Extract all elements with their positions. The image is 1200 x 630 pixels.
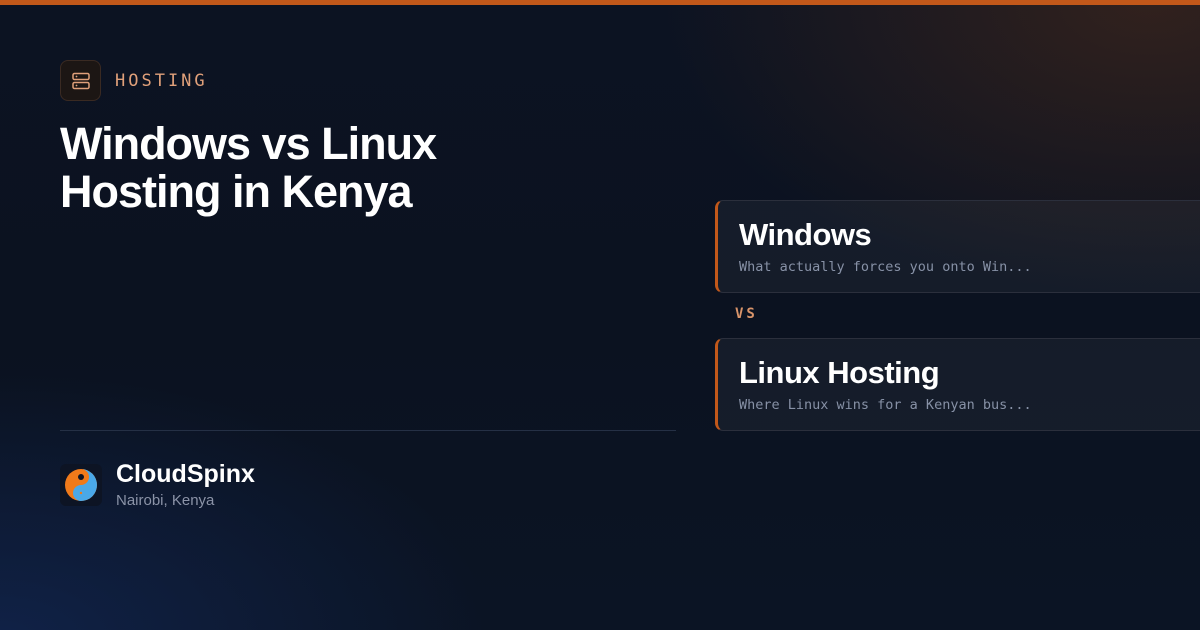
cloudspinx-logo-icon bbox=[60, 463, 102, 506]
card-description: What actually forces you onto Win... bbox=[739, 259, 1032, 275]
brand-location: Nairobi, Kenya bbox=[116, 492, 215, 509]
divider bbox=[60, 430, 676, 431]
vs-label: VS bbox=[735, 306, 758, 322]
comparison-card-linux: Linux Hosting Where Linux wins for a Ken… bbox=[715, 338, 1200, 431]
brand: CloudSpinx Nairobi, Kenya bbox=[60, 460, 255, 509]
card-description: Where Linux wins for a Kenyan bus... bbox=[739, 397, 1032, 413]
brand-text: CloudSpinx Nairobi, Kenya bbox=[116, 460, 255, 509]
page-title: Windows vs Linux Hosting in Kenya bbox=[60, 120, 620, 216]
server-icon bbox=[60, 60, 101, 101]
category-tag: HOSTING bbox=[60, 60, 208, 101]
card-title: Windows bbox=[739, 217, 872, 252]
brand-name: CloudSpinx bbox=[116, 460, 255, 488]
category-label: HOSTING bbox=[115, 70, 208, 91]
title-line-1: Windows vs Linux bbox=[60, 118, 437, 169]
accent-top-bar bbox=[0, 0, 1200, 5]
comparison-card-windows: Windows What actually forces you onto Wi… bbox=[715, 200, 1200, 293]
title-line-2: Hosting in Kenya bbox=[60, 166, 413, 217]
card-title: Linux Hosting bbox=[739, 355, 940, 390]
